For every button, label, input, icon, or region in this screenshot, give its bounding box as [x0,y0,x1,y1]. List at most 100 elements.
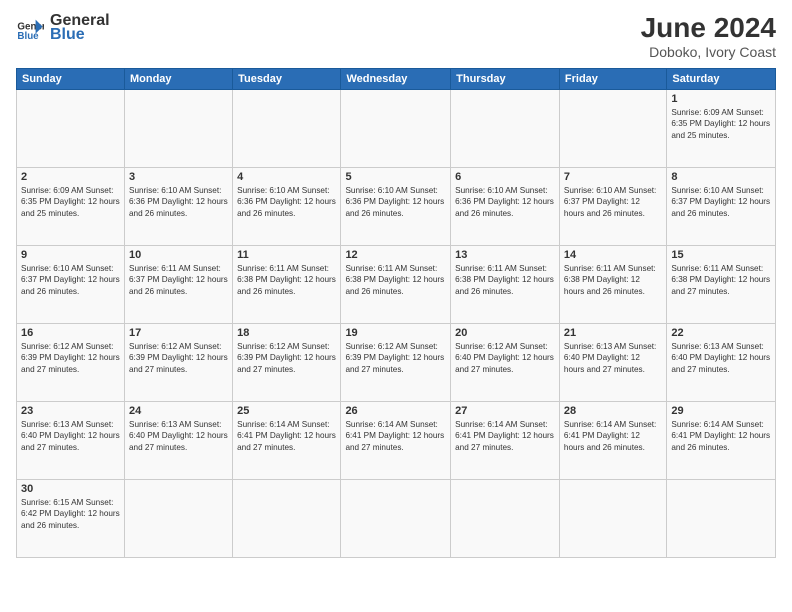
title-block: June 2024 Doboko, Ivory Coast [641,12,776,60]
calendar-cell: 5 Sunrise: 6:10 AM Sunset: 6:36 PM Daylig… [341,168,451,246]
dow-tuesday: Tuesday [233,69,341,90]
calendar-cell: 2 Sunrise: 6:09 AM Sunset: 6:35 PM Daylig… [17,168,125,246]
calendar-cell: 25 Sunrise: 6:14 AM Sunset: 6:41 PM Dayli… [233,402,341,480]
calendar-cell: 30 Sunrise: 6:15 AM Sunset: 6:42 PM Dayli… [17,480,125,558]
calendar-cell [233,480,341,558]
calendar-cell: 3Sunrise: 6:10 AM Sunset: 6:36 PM Daylig… [124,168,232,246]
week-row-4: 23 Sunrise: 6:13 AM Sunset: 6:40 PM Dayli… [17,402,776,480]
week-row-0: 1 Sunrise: 6:09 AM Sunset: 6:35 PM Daylig… [17,90,776,168]
day-info: Sunrise: 6:12 AM Sunset: 6:39 PM Dayligh… [237,341,336,375]
day-info: Sunrise: 6:11 AM Sunset: 6:38 PM Dayligh… [564,263,662,297]
page: General Blue General Blue June 2024 Dobo… [0,0,792,612]
day-info: Sunrise: 6:14 AM Sunset: 6:41 PM Dayligh… [671,419,771,453]
day-number: 15 [671,249,771,261]
calendar-cell: 22Sunrise: 6:13 AM Sunset: 6:40 PM Dayli… [667,324,776,402]
calendar-cell [124,90,232,168]
day-number: 2 [21,171,120,183]
calendar-cell: 17 Sunrise: 6:12 AM Sunset: 6:39 PM Dayli… [124,324,232,402]
calendar-cell [667,480,776,558]
calendar-cell [341,480,451,558]
calendar-cell: 24 Sunrise: 6:13 AM Sunset: 6:40 PM Dayli… [124,402,232,480]
day-number: 28 [564,405,662,417]
day-info: Sunrise: 6:14 AM Sunset: 6:41 PM Dayligh… [237,419,336,453]
day-number: 18 [237,327,336,339]
calendar-cell: 9Sunrise: 6:10 AM Sunset: 6:37 PM Daylig… [17,246,125,324]
day-info: Sunrise: 6:10 AM Sunset: 6:36 PM Dayligh… [237,185,336,219]
calendar-cell: 6 Sunrise: 6:10 AM Sunset: 6:36 PM Daylig… [451,168,560,246]
day-number: 16 [21,327,120,339]
day-number: 12 [345,249,446,261]
day-info: Sunrise: 6:12 AM Sunset: 6:40 PM Dayligh… [455,341,555,375]
day-info: Sunrise: 6:12 AM Sunset: 6:39 PM Dayligh… [129,341,228,375]
day-info: Sunrise: 6:11 AM Sunset: 6:37 PM Dayligh… [129,263,228,297]
logo-blue: Blue [50,26,110,44]
day-number: 23 [21,405,120,417]
day-info: Sunrise: 6:14 AM Sunset: 6:41 PM Dayligh… [455,419,555,453]
day-number: 25 [237,405,336,417]
day-number: 5 [345,171,446,183]
calendar-table: SundayMondayTuesdayWednesdayThursdayFrid… [16,68,776,558]
location-subtitle: Doboko, Ivory Coast [641,44,776,60]
calendar-cell: 16 Sunrise: 6:12 AM Sunset: 6:39 PM Dayli… [17,324,125,402]
dow-wednesday: Wednesday [341,69,451,90]
calendar-cell: 1 Sunrise: 6:09 AM Sunset: 6:35 PM Daylig… [667,90,776,168]
day-info: Sunrise: 6:10 AM Sunset: 6:36 PM Dayligh… [129,185,228,219]
day-number: 6 [455,171,555,183]
day-info: Sunrise: 6:12 AM Sunset: 6:39 PM Dayligh… [21,341,120,375]
day-number: 19 [345,327,446,339]
day-number: 27 [455,405,555,417]
day-number: 30 [21,483,120,495]
day-info: Sunrise: 6:13 AM Sunset: 6:40 PM Dayligh… [129,419,228,453]
day-number: 7 [564,171,662,183]
day-info: Sunrise: 6:13 AM Sunset: 6:40 PM Dayligh… [671,341,771,375]
calendar-cell: 21Sunrise: 6:13 AM Sunset: 6:40 PM Dayli… [559,324,666,402]
calendar-cell [559,90,666,168]
logo: General Blue General Blue [16,12,110,44]
day-info: Sunrise: 6:13 AM Sunset: 6:40 PM Dayligh… [564,341,662,375]
calendar-cell: 13 Sunrise: 6:11 AM Sunset: 6:38 PM Dayli… [451,246,560,324]
day-info: Sunrise: 6:11 AM Sunset: 6:38 PM Dayligh… [237,263,336,297]
day-number: 26 [345,405,446,417]
day-number: 24 [129,405,228,417]
day-number: 17 [129,327,228,339]
calendar-cell: 20Sunrise: 6:12 AM Sunset: 6:40 PM Dayli… [451,324,560,402]
week-row-1: 2 Sunrise: 6:09 AM Sunset: 6:35 PM Daylig… [17,168,776,246]
day-number: 13 [455,249,555,261]
day-info: Sunrise: 6:14 AM Sunset: 6:41 PM Dayligh… [564,419,662,453]
calendar-cell [341,90,451,168]
dow-sunday: Sunday [17,69,125,90]
day-number: 10 [129,249,228,261]
calendar-cell: 27 Sunrise: 6:14 AM Sunset: 6:41 PM Dayli… [451,402,560,480]
calendar-cell [233,90,341,168]
day-info: Sunrise: 6:11 AM Sunset: 6:38 PM Dayligh… [345,263,446,297]
day-info: Sunrise: 6:15 AM Sunset: 6:42 PM Dayligh… [21,497,120,531]
day-number: 8 [671,171,771,183]
day-info: Sunrise: 6:13 AM Sunset: 6:40 PM Dayligh… [21,419,120,453]
dow-saturday: Saturday [667,69,776,90]
day-info: Sunrise: 6:09 AM Sunset: 6:35 PM Dayligh… [21,185,120,219]
day-info: Sunrise: 6:09 AM Sunset: 6:35 PM Dayligh… [671,107,771,141]
day-info: Sunrise: 6:10 AM Sunset: 6:36 PM Dayligh… [345,185,446,219]
calendar-cell [451,90,560,168]
day-info: Sunrise: 6:10 AM Sunset: 6:37 PM Dayligh… [671,185,771,219]
week-row-5: 30 Sunrise: 6:15 AM Sunset: 6:42 PM Dayli… [17,480,776,558]
calendar-cell: 23 Sunrise: 6:13 AM Sunset: 6:40 PM Dayli… [17,402,125,480]
day-info: Sunrise: 6:10 AM Sunset: 6:37 PM Dayligh… [21,263,120,297]
calendar-cell [451,480,560,558]
svg-text:Blue: Blue [17,31,39,42]
day-number: 1 [671,93,771,105]
day-number: 11 [237,249,336,261]
day-info: Sunrise: 6:10 AM Sunset: 6:36 PM Dayligh… [455,185,555,219]
day-info: Sunrise: 6:11 AM Sunset: 6:38 PM Dayligh… [671,263,771,297]
calendar-cell: 10 Sunrise: 6:11 AM Sunset: 6:37 PM Dayli… [124,246,232,324]
day-number: 4 [237,171,336,183]
calendar-cell [124,480,232,558]
header: General Blue General Blue June 2024 Dobo… [16,12,776,60]
calendar-cell: 15 Sunrise: 6:11 AM Sunset: 6:38 PM Dayli… [667,246,776,324]
dow-thursday: Thursday [451,69,560,90]
day-number: 29 [671,405,771,417]
logo-icon: General Blue [16,14,44,42]
dow-monday: Monday [124,69,232,90]
day-info: Sunrise: 6:11 AM Sunset: 6:38 PM Dayligh… [455,263,555,297]
day-info: Sunrise: 6:14 AM Sunset: 6:41 PM Dayligh… [345,419,446,453]
